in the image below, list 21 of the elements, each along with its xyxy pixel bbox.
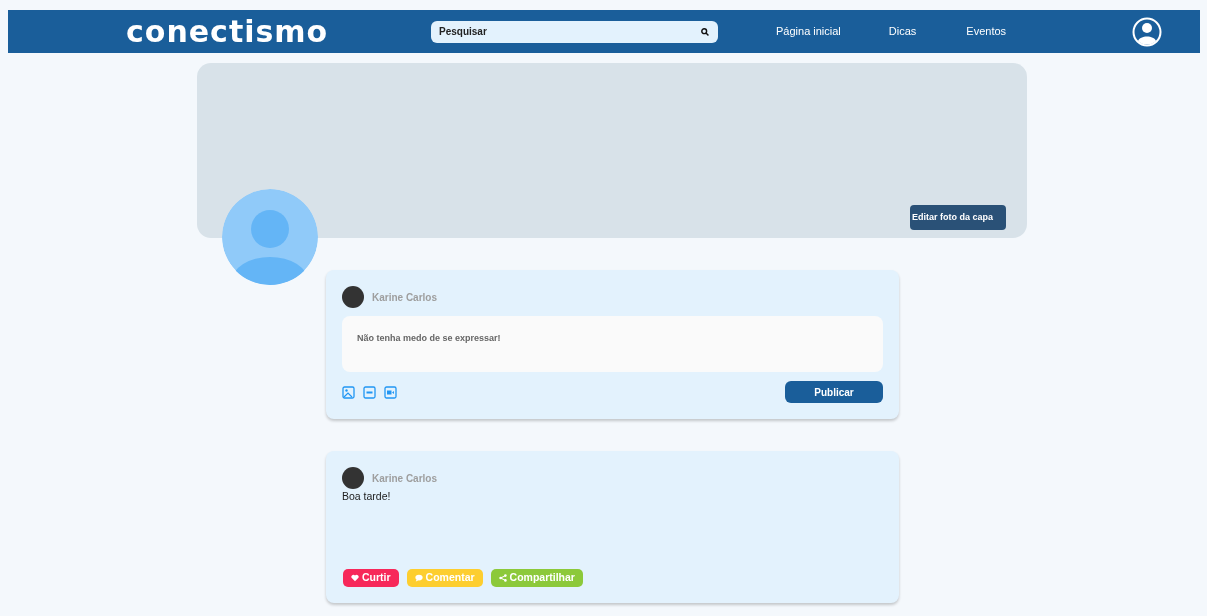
post-input[interactable]: Não tenha medo de se expressar! (342, 316, 883, 372)
profile-icon[interactable] (1132, 16, 1163, 47)
nav-link[interactable]: Página inicial (776, 23, 841, 40)
user-avatar (342, 286, 364, 308)
like-button[interactable]: Curtir (343, 569, 399, 587)
video-icon[interactable] (384, 385, 397, 399)
search-field[interactable]: Pesquisar (431, 20, 718, 43)
author-name: Karine Carlos (372, 471, 438, 486)
logo[interactable]: conectismo (126, 16, 416, 47)
share-icon (498, 574, 507, 582)
nav-link[interactable]: Eventos (966, 23, 1007, 40)
post-text: Boa tarde! (342, 489, 392, 504)
image-icon[interactable] (342, 385, 355, 399)
publish-button[interactable]: Publicar (785, 381, 883, 403)
nav-link[interactable]: Dicas (888, 23, 917, 40)
edit-cover-button[interactable]: Editar foto da capa (910, 205, 1006, 230)
author-name: Karine Carlos (372, 290, 438, 305)
heart-icon (351, 574, 359, 582)
user-avatar (342, 467, 364, 489)
speech-bubble-icon (414, 574, 423, 582)
search-icon[interactable] (701, 27, 709, 36)
